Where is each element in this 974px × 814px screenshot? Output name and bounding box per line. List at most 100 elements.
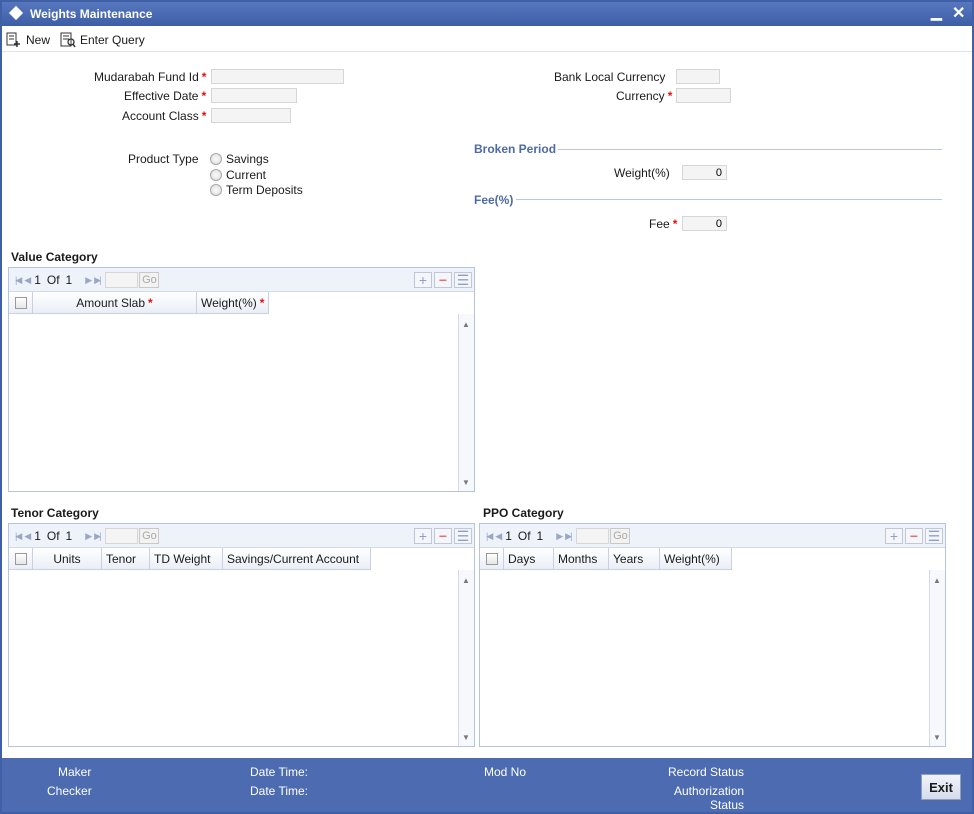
first-page-icon[interactable]: |◀ xyxy=(15,531,22,542)
mod-no-label: Mod No xyxy=(484,765,527,779)
ppo-category-grid: |◀ ◀ 1 Of 1 ▶ ▶| Go + − ☰ Days Months Ye… xyxy=(479,523,946,747)
vertical-scrollbar[interactable]: ▲ ▼ xyxy=(458,314,474,491)
last-page-icon[interactable]: ▶| xyxy=(94,531,101,542)
next-page-icon[interactable]: ▶ xyxy=(556,531,563,542)
radio-button[interactable] xyxy=(210,184,222,196)
broken-period-weight-field[interactable] xyxy=(682,165,727,180)
minimize-icon[interactable]: ▁ xyxy=(931,4,942,21)
go-button[interactable]: Go xyxy=(610,528,631,544)
record-status-label: Record Status xyxy=(668,765,745,779)
last-page-icon[interactable]: ▶| xyxy=(565,531,572,542)
value-category-grid: |◀ ◀ 1 Of 1 ▶ ▶| Go + − ☰ Amount Slab * W… xyxy=(8,267,475,492)
delete-row-icon[interactable]: − xyxy=(434,272,452,288)
account-class-field[interactable] xyxy=(211,108,291,123)
column-header[interactable]: Years xyxy=(609,548,660,570)
column-header[interactable]: Tenor xyxy=(102,548,150,570)
column-header[interactable]: Months xyxy=(554,548,609,570)
scroll-down-icon[interactable]: ▼ xyxy=(933,733,941,742)
section-divider xyxy=(558,149,942,150)
list-view-icon[interactable]: ☰ xyxy=(454,272,472,288)
select-all-checkbox[interactable] xyxy=(14,297,27,309)
select-all-checkbox[interactable] xyxy=(14,553,27,565)
required-marker: * xyxy=(667,89,673,103)
page-input[interactable] xyxy=(576,528,610,544)
vertical-scrollbar[interactable]: ▲ ▼ xyxy=(929,570,945,746)
radio-savings[interactable]: Savings xyxy=(210,152,269,166)
prev-page-icon[interactable]: ◀ xyxy=(495,531,502,542)
bank-local-currency-field[interactable] xyxy=(676,69,720,84)
mudarabah-fund-id-field[interactable] xyxy=(211,69,344,84)
required-marker: * xyxy=(672,217,678,231)
prev-page-icon[interactable]: ◀ xyxy=(24,275,31,286)
broken-period-weight-label: Weight(%) xyxy=(614,166,670,180)
scroll-up-icon[interactable]: ▲ xyxy=(933,576,941,585)
scroll-up-icon[interactable]: ▲ xyxy=(462,320,470,329)
exit-button[interactable]: Exit xyxy=(921,774,961,800)
radio-term-deposits-label: Term Deposits xyxy=(226,183,303,197)
fee-label: Fee * xyxy=(649,217,678,231)
app-diamond-icon xyxy=(8,5,24,21)
next-page-icon[interactable]: ▶ xyxy=(85,275,92,286)
radio-button[interactable] xyxy=(210,169,222,181)
page-of: Of xyxy=(46,273,60,287)
enter-query-button[interactable]: Enter Query xyxy=(60,31,145,49)
delete-row-icon[interactable]: − xyxy=(434,528,452,544)
page-of: Of xyxy=(46,529,60,543)
first-page-icon[interactable]: |◀ xyxy=(15,275,22,286)
fee-field[interactable] xyxy=(682,216,727,231)
page-current: 1 xyxy=(34,529,41,543)
add-row-icon[interactable]: + xyxy=(414,272,432,288)
first-page-icon[interactable]: |◀ xyxy=(486,531,493,542)
section-divider xyxy=(516,199,942,200)
effective-date-label: Effective Date * xyxy=(124,89,207,103)
radio-term-deposits[interactable]: Term Deposits xyxy=(210,183,303,197)
scroll-down-icon[interactable]: ▼ xyxy=(462,733,470,742)
authorization-status-label-line2: Status xyxy=(710,798,745,812)
list-view-icon[interactable]: ☰ xyxy=(454,528,472,544)
radio-button[interactable] xyxy=(210,153,222,165)
new-button[interactable]: New xyxy=(6,31,50,49)
currency-field[interactable] xyxy=(676,88,731,103)
scroll-down-icon[interactable]: ▼ xyxy=(462,478,470,487)
pager: |◀ ◀ 1 Of 1 ▶ ▶| Go xyxy=(13,528,160,544)
tenor-category-title: Tenor Category xyxy=(11,506,99,520)
radio-current-label: Current xyxy=(226,168,267,182)
add-row-icon[interactable]: + xyxy=(885,528,903,544)
grid-actions: + − ☰ xyxy=(412,272,472,288)
required-marker: * xyxy=(201,89,207,103)
column-header[interactable]: Weight(%) * xyxy=(197,292,269,314)
fee-heading: Fee(%) xyxy=(474,193,514,207)
next-page-icon[interactable]: ▶ xyxy=(85,531,92,542)
column-header[interactable]: TD Weight xyxy=(150,548,223,570)
scroll-up-icon[interactable]: ▲ xyxy=(462,576,470,585)
bank-local-currency-label: Bank Local Currency xyxy=(554,70,666,84)
column-header[interactable]: Days xyxy=(504,548,554,570)
column-header[interactable]: Weight(%) xyxy=(660,548,732,570)
audit-footer: Maker Checker Date Time: Date Time: Mod … xyxy=(2,758,972,812)
add-row-icon[interactable]: + xyxy=(414,528,432,544)
column-header[interactable]: Amount Slab * xyxy=(33,292,197,314)
go-button[interactable]: Go xyxy=(139,528,160,544)
page-input[interactable] xyxy=(105,272,139,288)
list-view-icon[interactable]: ☰ xyxy=(925,528,943,544)
column-header[interactable]: Savings/Current Account xyxy=(223,548,371,570)
last-page-icon[interactable]: ▶| xyxy=(94,275,101,286)
grid-actions: + − ☰ xyxy=(883,528,943,544)
vertical-scrollbar[interactable]: ▲ ▼ xyxy=(458,570,474,746)
new-document-icon xyxy=(6,32,20,47)
effective-date-field[interactable] xyxy=(211,88,297,103)
column-header[interactable]: Units xyxy=(33,548,102,570)
pager: |◀ ◀ 1 Of 1 ▶ ▶| Go xyxy=(484,528,631,544)
close-icon[interactable]: ✕ xyxy=(952,3,965,23)
page-total: 1 xyxy=(65,529,73,543)
select-all-checkbox[interactable] xyxy=(485,553,498,565)
page-input[interactable] xyxy=(105,528,139,544)
delete-row-icon[interactable]: − xyxy=(905,528,923,544)
grid-header: Units Tenor TD Weight Savings/Current Ac… xyxy=(9,548,371,570)
go-button[interactable]: Go xyxy=(139,272,160,288)
page-of: Of xyxy=(517,529,531,543)
weights-maintenance-window: Weights Maintenance ▁ ✕ New Enter Query … xyxy=(0,0,974,814)
prev-page-icon[interactable]: ◀ xyxy=(24,531,31,542)
page-total: 1 xyxy=(65,273,73,287)
radio-current[interactable]: Current xyxy=(210,168,266,182)
